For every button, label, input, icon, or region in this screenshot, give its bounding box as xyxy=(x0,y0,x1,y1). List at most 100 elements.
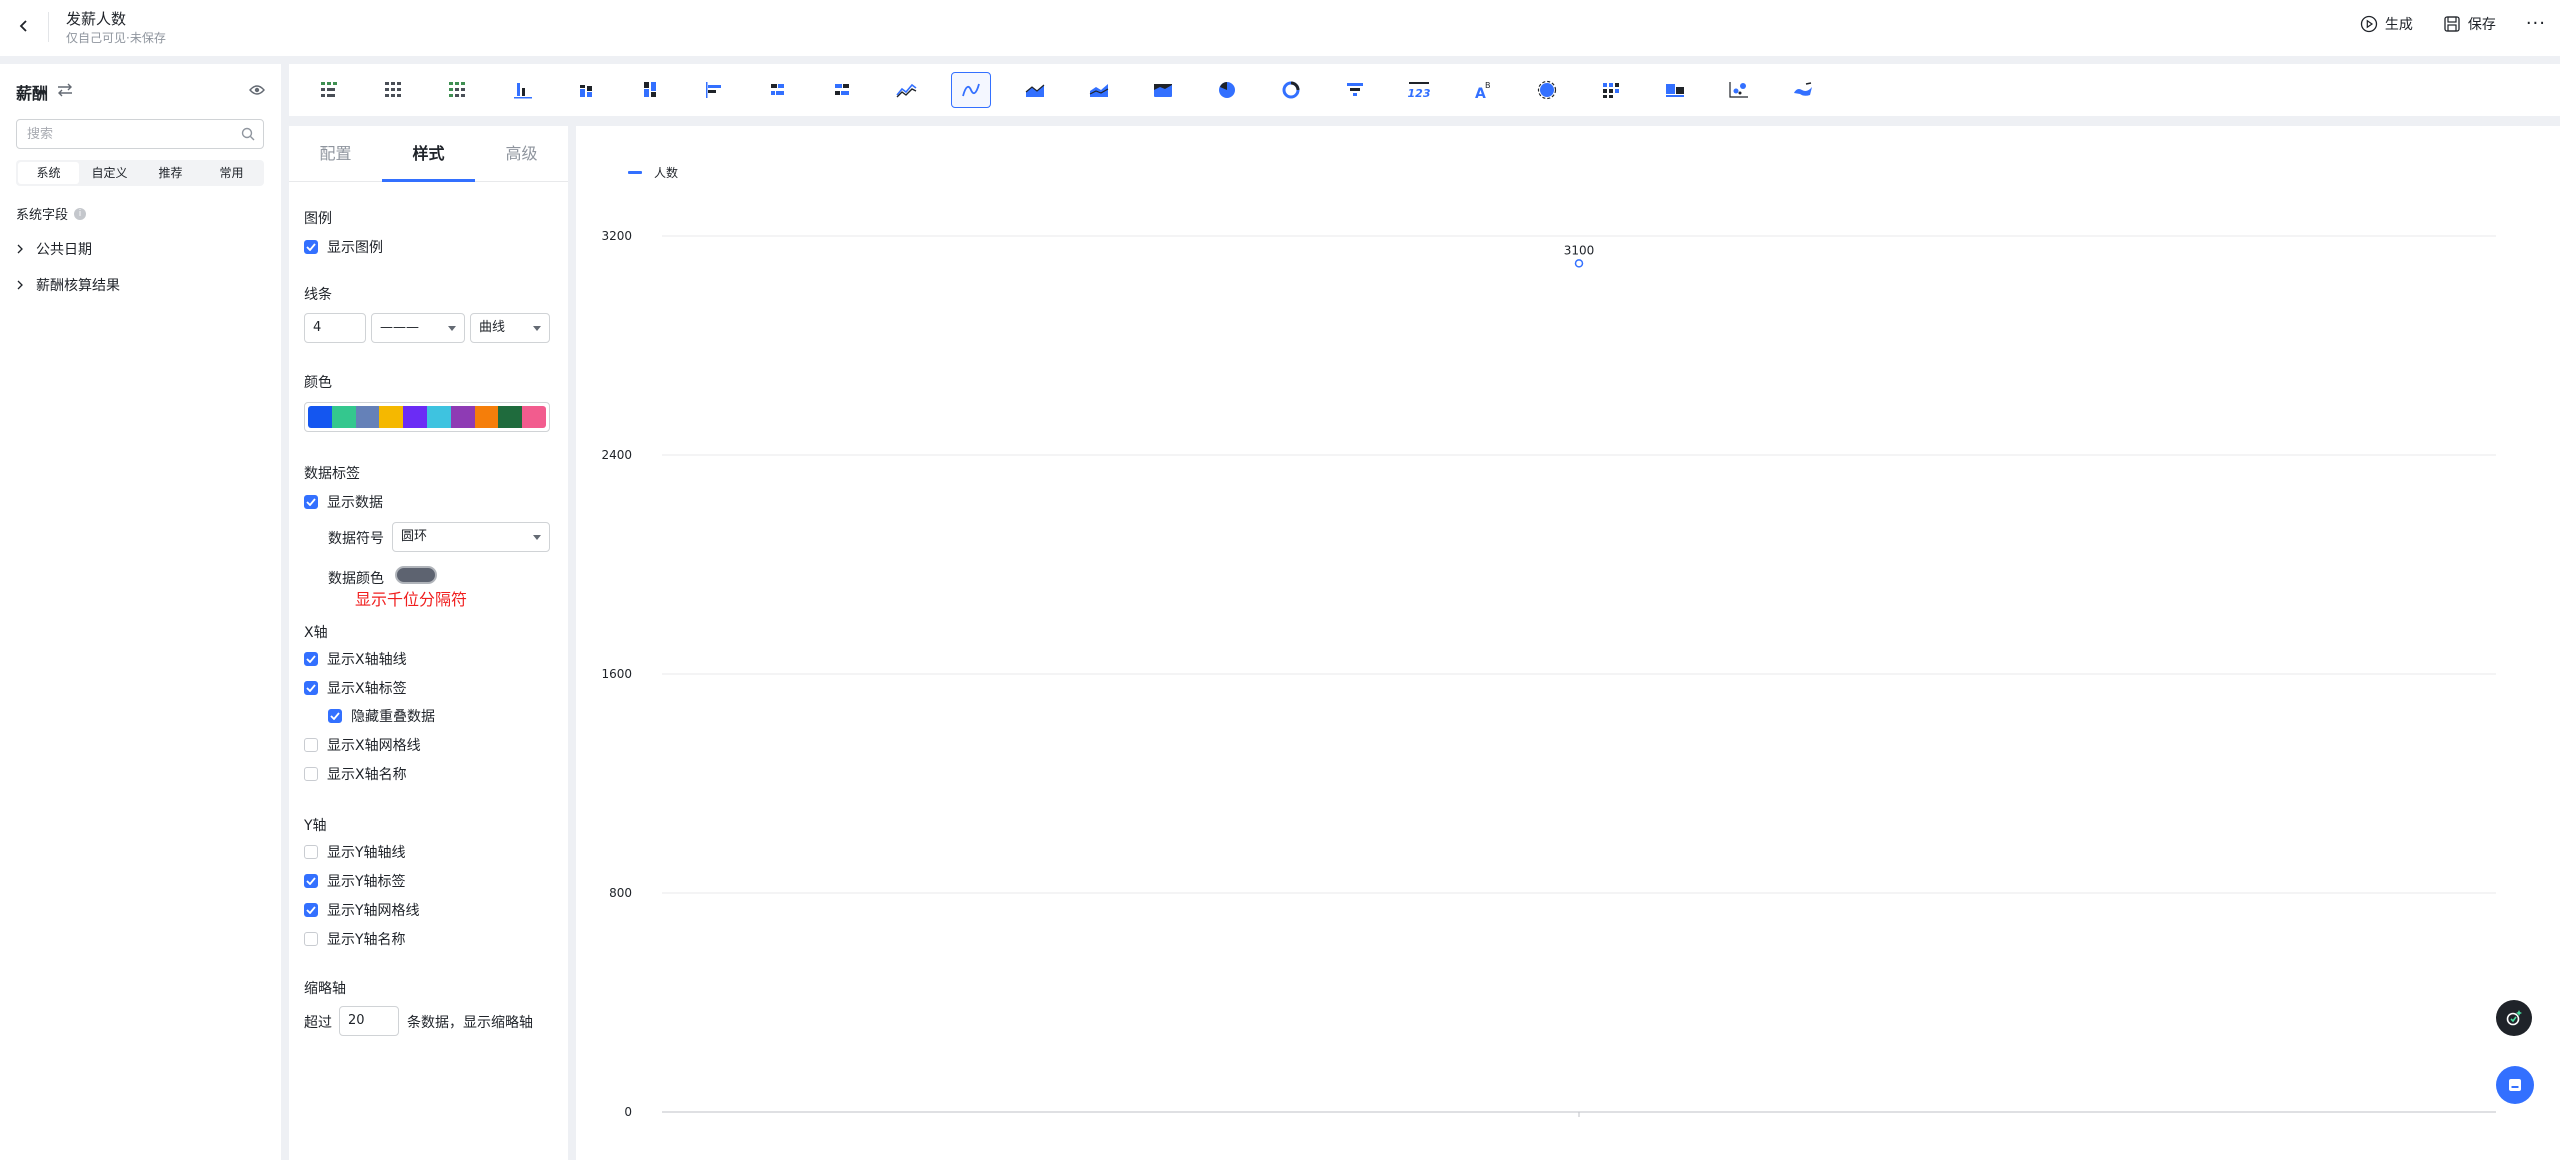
map-chart-icon[interactable] xyxy=(1783,72,1823,108)
save-button[interactable]: 保存 xyxy=(2443,14,2496,34)
tab-config[interactable]: 配置 xyxy=(289,126,382,181)
show-legend-checkbox[interactable]: 显示图例 xyxy=(304,237,383,257)
pie-chart-icon[interactable] xyxy=(1207,72,1247,108)
thousands-separator-note: 显示千位分隔符 xyxy=(355,590,468,609)
stacked-area-icon[interactable] xyxy=(1079,72,1119,108)
tab-custom[interactable]: 自定义 xyxy=(79,162,140,184)
thumbnail-prefix: 超过 xyxy=(304,1015,332,1031)
gauge-chart-icon[interactable] xyxy=(1527,72,1567,108)
y-axis-checkbox-1[interactable]: 显示Y轴标签 xyxy=(304,871,406,891)
datasource-row: 薪酬 xyxy=(16,78,265,106)
area-chart-icon[interactable] xyxy=(1015,72,1055,108)
checkbox-label: 显示Y轴名称 xyxy=(327,932,406,948)
color-swatch xyxy=(450,406,475,428)
funnel-chart-icon[interactable] xyxy=(1335,72,1375,108)
matrix-chart-icon[interactable] xyxy=(1591,72,1631,108)
more-menu-button[interactable]: ··· xyxy=(2526,14,2546,34)
percent-bar-icon[interactable] xyxy=(823,72,863,108)
search-icon[interactable] xyxy=(241,127,255,145)
report-title: 发薪人数 xyxy=(66,10,127,28)
table-chart-icon[interactable] xyxy=(311,72,351,108)
bar-chart-icon[interactable] xyxy=(695,72,735,108)
chart-type-toolbar: 123 AB xyxy=(289,64,2560,116)
ai-assistant-button[interactable] xyxy=(2496,1000,2532,1036)
show-data-checkbox[interactable]: 显示数据 xyxy=(304,492,383,512)
checkbox-checked-icon xyxy=(304,240,318,254)
x-axis-checkbox-0[interactable]: 显示X轴轴线 xyxy=(304,649,407,669)
tab-recommended[interactable]: 推荐 xyxy=(140,162,201,184)
x-axis-checkbox-1[interactable]: 显示X轴标签 xyxy=(304,678,407,698)
color-swatch xyxy=(522,406,546,428)
cross-table-icon[interactable] xyxy=(439,72,479,108)
tree-item-label: 公共日期 xyxy=(36,242,92,258)
feedback-button[interactable] xyxy=(2496,1066,2534,1104)
detail-table-icon[interactable] xyxy=(375,72,415,108)
line-shape-select[interactable]: 曲线 xyxy=(470,313,550,343)
panel-tabs: 配置 样式 高级 xyxy=(289,126,568,182)
y-tick-label: 800 xyxy=(609,886,632,900)
checkbox-label: 显示X轴标签 xyxy=(327,681,407,697)
column-chart-icon[interactable] xyxy=(503,72,543,108)
field-sidebar: 薪酬 系统 自定义 推荐 常用 系统字段 i 公共日期 薪酬核算结果 xyxy=(0,64,281,1160)
color-swatch xyxy=(331,406,356,428)
color-palette-picker[interactable] xyxy=(304,402,550,432)
checkbox-label: 显示图例 xyxy=(327,240,383,256)
save-label: 保存 xyxy=(2467,17,2496,33)
y-axis-checkbox-2[interactable]: 显示Y轴网格线 xyxy=(304,900,420,920)
play-circle-icon xyxy=(2360,15,2377,33)
info-icon[interactable]: i xyxy=(74,207,87,220)
line-width-input[interactable]: 4 xyxy=(304,313,366,343)
tab-frequent[interactable]: 常用 xyxy=(201,162,262,184)
checkbox-label: 显示Y轴标签 xyxy=(327,874,406,890)
line-section-title: 线条 xyxy=(304,287,332,303)
line-style-value: ——— xyxy=(380,320,419,335)
x-axis-section-title: X轴 xyxy=(304,625,328,641)
checkbox-checked-icon xyxy=(304,903,318,917)
tab-style[interactable]: 样式 xyxy=(382,126,475,182)
save-icon xyxy=(2444,16,2460,32)
curve-line-chart-icon[interactable] xyxy=(951,72,991,108)
checkbox-label: 显示Y轴网格线 xyxy=(327,903,420,919)
percent-area-icon[interactable] xyxy=(1143,72,1183,108)
combo-chart-icon[interactable] xyxy=(1655,72,1695,108)
y-axis-checkbox-3[interactable]: 显示Y轴名称 xyxy=(304,929,406,949)
tab-system[interactable]: 系统 xyxy=(18,162,79,184)
y-tick-label: 2400 xyxy=(601,448,632,462)
stacked-column-icon[interactable] xyxy=(567,72,607,108)
donut-chart-icon[interactable] xyxy=(1271,72,1311,108)
percent-column-icon[interactable] xyxy=(631,72,671,108)
document-icon xyxy=(2509,1079,2521,1091)
scatter-chart-icon[interactable] xyxy=(1719,72,1759,108)
switch-datasource-icon[interactable] xyxy=(56,83,74,101)
stacked-bar-icon[interactable] xyxy=(759,72,799,108)
thumbnail-threshold-input[interactable]: 20 xyxy=(339,1006,399,1036)
color-swatch xyxy=(355,406,380,428)
tab-advanced[interactable]: 高级 xyxy=(475,126,568,181)
x-axis-checkbox-4[interactable]: 显示X轴名称 xyxy=(304,764,407,784)
eye-icon[interactable] xyxy=(249,84,265,100)
word-cloud-icon[interactable]: AB xyxy=(1463,72,1503,108)
x-axis-checkbox-2[interactable]: 隐藏重叠数据 xyxy=(328,706,435,726)
checkbox-label: 显示X轴轴线 xyxy=(327,652,407,668)
search-input[interactable] xyxy=(17,120,227,148)
chevron-down-icon xyxy=(448,326,456,331)
back-button[interactable] xyxy=(12,14,36,38)
y-axis-checkbox-0[interactable]: 显示Y轴轴线 xyxy=(304,842,406,862)
data-symbol-label: 数据符号 xyxy=(328,531,384,547)
checkbox-label: 显示X轴网格线 xyxy=(327,738,421,754)
report-status: 仅自己可见·未保存 xyxy=(66,31,166,45)
style-config-panel: 配置 样式 高级 图例 显示图例 线条 4 ——— 曲线 颜色 数据标签 显示数… xyxy=(289,126,568,1160)
thumbnail-suffix: 条数据，显示缩略轴 xyxy=(407,1015,533,1031)
kpi-number-icon[interactable]: 123 xyxy=(1399,72,1439,108)
line-style-select[interactable]: ——— xyxy=(371,313,465,343)
line-chart-icon[interactable] xyxy=(887,72,927,108)
data-color-label: 数据颜色 xyxy=(328,571,384,587)
checkbox-checked-icon xyxy=(304,681,318,695)
x-axis-checkbox-3[interactable]: 显示X轴网格线 xyxy=(304,735,421,755)
generate-button[interactable]: 生成 xyxy=(2360,14,2413,34)
header-actions: 生成 保存 ··· xyxy=(2360,14,2546,34)
tree-item-salary-result[interactable]: 薪酬核算结果 xyxy=(16,275,120,295)
data-symbol-select[interactable]: 圆环 xyxy=(392,522,550,552)
data-color-swatch[interactable] xyxy=(395,566,437,584)
tree-item-public-date[interactable]: 公共日期 xyxy=(16,239,92,259)
